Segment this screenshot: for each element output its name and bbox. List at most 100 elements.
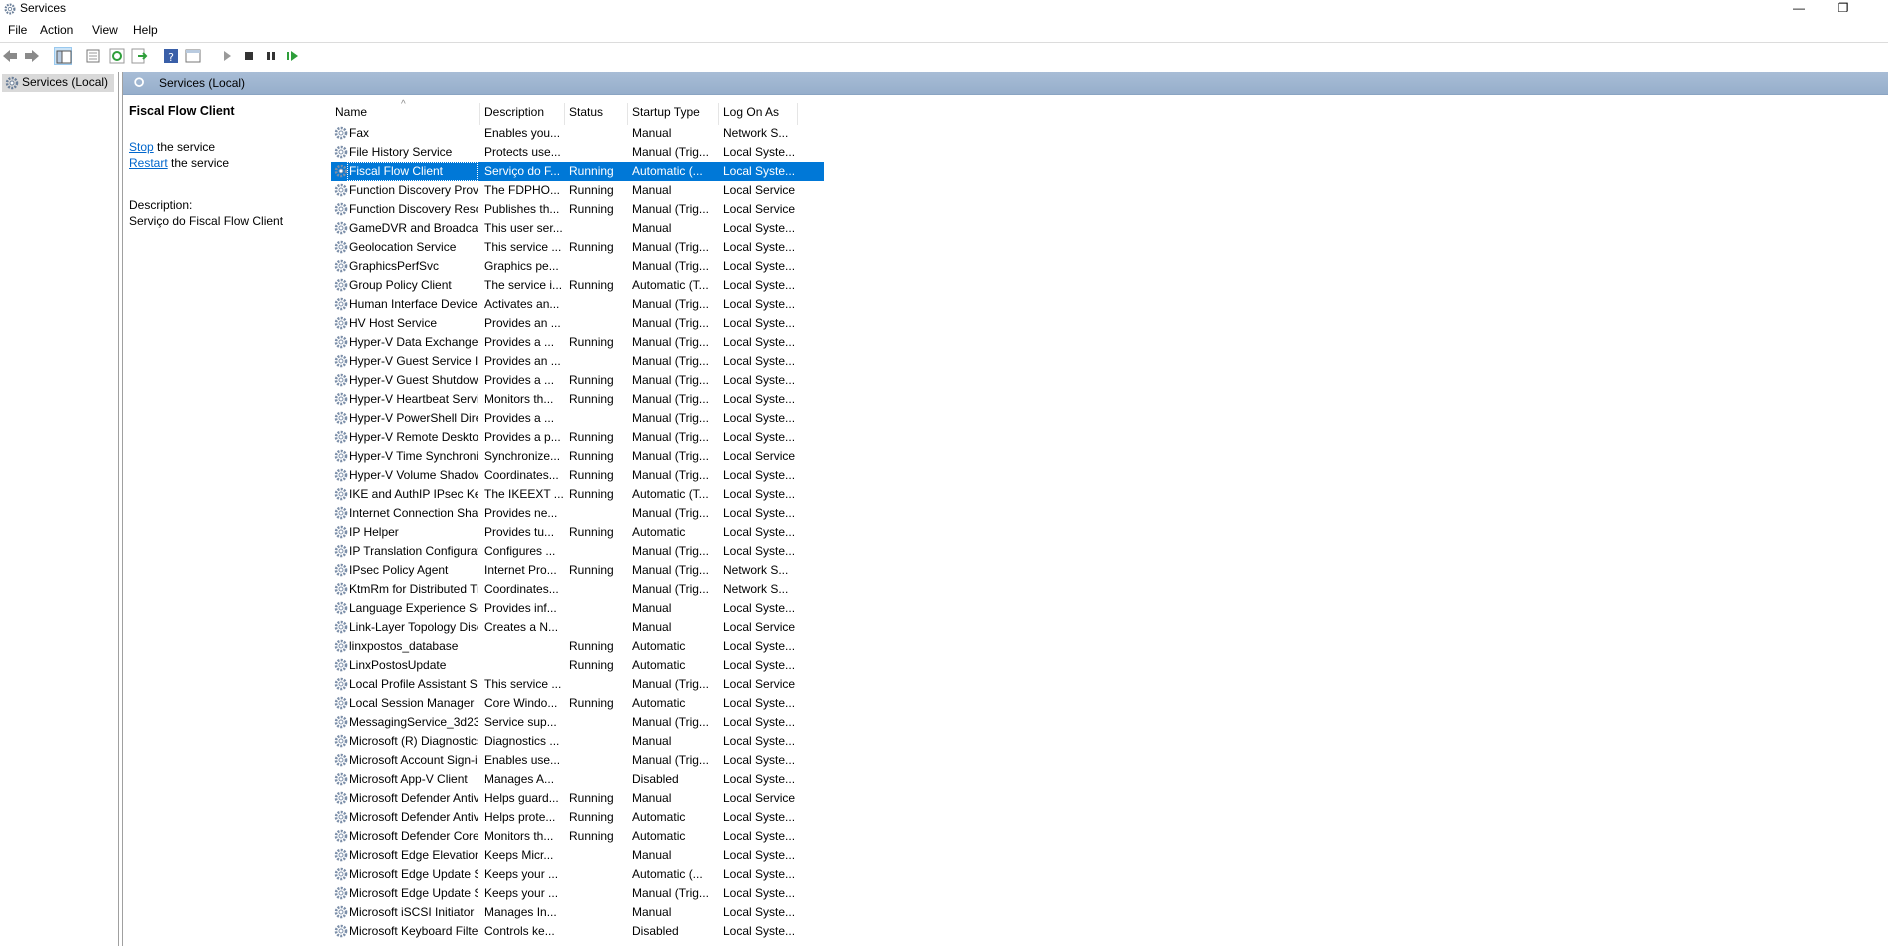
menu-file[interactable]: File bbox=[8, 23, 27, 37]
column-header-status[interactable]: Status bbox=[565, 103, 628, 125]
table-row[interactable]: Hyper-V Data Exchange Ser... Provides a .… bbox=[331, 333, 824, 352]
table-row[interactable]: Microsoft (R) Diagnostics H... Diagnostic… bbox=[331, 732, 824, 751]
table-row[interactable]: Group Policy Client The service i... Runni… bbox=[331, 276, 824, 295]
tree-item-services-local[interactable]: Services (Local) bbox=[2, 74, 115, 92]
table-row[interactable]: Microsoft Defender Antiviru... Helps prot… bbox=[331, 808, 824, 827]
log-on-as-cell: Local Syste... bbox=[723, 430, 796, 444]
table-row[interactable]: Microsoft iSCSI Initiator Ser... Manages … bbox=[331, 903, 824, 922]
stop-icon[interactable] bbox=[240, 47, 258, 65]
table-row[interactable]: Internet Connection Sharin... Provides ne… bbox=[331, 504, 824, 523]
table-row[interactable]: GraphicsPerfSvc Graphics pe... Manual (Tri… bbox=[331, 257, 824, 276]
table-row[interactable]: LinxPostosUpdate Running Automatic Local Sy… bbox=[331, 656, 824, 675]
table-row[interactable]: Microsoft Edge Elevation Se... Keeps Micr… bbox=[331, 846, 824, 865]
table-row[interactable]: Function Discovery Provide... The FDPHO..… bbox=[331, 181, 824, 200]
table-row[interactable]: Microsoft Keyboard Filter Controls ke... D… bbox=[331, 922, 824, 941]
view-icon[interactable] bbox=[184, 47, 202, 65]
log-on-as-cell: Local Syste... bbox=[723, 715, 796, 729]
column-header-name[interactable]: ^ Name bbox=[331, 99, 480, 125]
menu-help[interactable]: Help bbox=[133, 23, 158, 37]
startup-type-cell: Manual (Trig... bbox=[632, 259, 709, 273]
table-row[interactable]: Hyper-V Heartbeat Service Monitors th... R… bbox=[331, 390, 824, 409]
description-cell: Publishes th... bbox=[484, 202, 560, 216]
startup-type-cell: Automatic bbox=[632, 829, 686, 843]
table-row[interactable]: Hyper-V Guest Service Inter... Provides a… bbox=[331, 352, 824, 371]
service-name-cell: Link-Layer Topology Discov... bbox=[349, 620, 478, 634]
table-row[interactable]: linxpostos_database Running Automatic Local… bbox=[331, 637, 824, 656]
table-row[interactable]: Link-Layer Topology Discov... Creates a N… bbox=[331, 618, 824, 637]
status-cell: Running bbox=[569, 487, 614, 501]
status-cell bbox=[565, 713, 628, 732]
minimize-button[interactable]: — bbox=[1776, 0, 1822, 18]
service-name-cell: Hyper-V Volume Shadow C... bbox=[349, 468, 478, 482]
log-on-as-cell: Local Syste... bbox=[723, 392, 796, 406]
table-row[interactable]: GameDVR and Broadcast Us... This user ser… bbox=[331, 219, 824, 238]
table-row[interactable]: IP Helper Provides tu... Running Automatic L… bbox=[331, 523, 824, 542]
startup-type-cell: Manual bbox=[632, 791, 672, 805]
restore-button[interactable]: ❐ bbox=[1820, 0, 1866, 18]
forward-icon[interactable] bbox=[23, 47, 41, 65]
column-header-description[interactable]: Description bbox=[480, 103, 565, 125]
table-row[interactable]: Local Profile Assistant Service This serv… bbox=[331, 675, 824, 694]
startup-type-cell: Automatic (... bbox=[628, 162, 719, 181]
properties-icon[interactable] bbox=[84, 47, 102, 65]
stop-service-link[interactable]: Stop bbox=[129, 140, 154, 154]
status-cell: Running bbox=[569, 563, 614, 577]
status-cell bbox=[565, 732, 628, 751]
log-on-as-cell: Local Syste... bbox=[723, 772, 796, 786]
table-row[interactable]: MessagingService_3d23d Service sup... Manu… bbox=[331, 713, 824, 732]
table-row[interactable]: Hyper-V Time Synchronizati... Synchronize… bbox=[331, 447, 824, 466]
export-icon[interactable] bbox=[130, 47, 148, 65]
description-text: Serviço do Fiscal Flow Client bbox=[129, 214, 284, 228]
stop-suffix: the service bbox=[153, 140, 216, 154]
table-row[interactable]: IKE and AuthIP IPsec Keying... The IKEEXT… bbox=[331, 485, 824, 504]
menu-action[interactable]: Action bbox=[40, 23, 73, 37]
log-on-as-cell: Local Syste... bbox=[723, 221, 796, 235]
show-tree-icon[interactable] bbox=[54, 47, 72, 65]
menu-view[interactable]: View bbox=[92, 23, 118, 37]
table-row[interactable]: Function Discovery Resourc... Publishes t… bbox=[331, 200, 824, 219]
table-row[interactable]: Hyper-V PowerShell Direct ... Provides a … bbox=[331, 409, 824, 428]
help-icon[interactable]: ? bbox=[162, 47, 180, 65]
service-name-cell: Microsoft Keyboard Filter bbox=[349, 924, 478, 938]
table-row[interactable]: Microsoft App-V Client Manages A... Disabl… bbox=[331, 770, 824, 789]
status-cell: Running bbox=[569, 639, 614, 653]
pause-icon[interactable] bbox=[262, 47, 280, 65]
refresh-icon[interactable] bbox=[108, 47, 126, 65]
table-row[interactable]: Fiscal Flow Client Serviço do F... Running… bbox=[331, 162, 824, 181]
log-on-as-cell: Local Syste... bbox=[723, 829, 796, 843]
table-row[interactable]: File History Service Protects use... Manua… bbox=[331, 143, 824, 162]
log-on-as-cell: Local Service bbox=[723, 791, 796, 805]
startup-type-cell: Manual (Trig... bbox=[632, 202, 709, 216]
log-on-as-cell: Local Syste... bbox=[723, 335, 796, 349]
back-icon[interactable] bbox=[1, 47, 19, 65]
table-row[interactable]: Language Experience Service Provides inf.… bbox=[331, 599, 824, 618]
table-row[interactable]: Microsoft Defender Core Se... Monitors th… bbox=[331, 827, 824, 846]
table-row[interactable]: Microsoft Edge Update Serv... Keeps your … bbox=[331, 865, 824, 884]
resume-icon[interactable] bbox=[284, 47, 302, 65]
table-row[interactable]: Geolocation Service This service ... Runni… bbox=[331, 238, 824, 257]
table-row[interactable]: Hyper-V Volume Shadow C... Coordinates...… bbox=[331, 466, 824, 485]
log-on-as-cell: Local Syste... bbox=[723, 658, 796, 672]
table-row[interactable]: Hyper-V Guest Shutdown S... Provides a ..… bbox=[331, 371, 824, 390]
service-name-cell: GameDVR and Broadcast Us... bbox=[349, 221, 478, 235]
table-row[interactable]: Hyper-V Remote Desktop Vi... Provides a p… bbox=[331, 428, 824, 447]
table-row[interactable]: HV Host Service Provides an ... Manual (Tr… bbox=[331, 314, 824, 333]
table-row[interactable]: Microsoft Account Sign-in ... Enables use… bbox=[331, 751, 824, 770]
table-row[interactable]: KtmRm for Distributed Tran... Coordinates… bbox=[331, 580, 824, 599]
table-row[interactable]: Local Session Manager Core Windo... Runnin… bbox=[331, 694, 824, 713]
description-cell: Enables you... bbox=[484, 126, 561, 140]
table-row[interactable]: Fax Enables you... Manual Network S... bbox=[331, 124, 824, 143]
restart-service-link[interactable]: Restart bbox=[129, 156, 168, 170]
table-row[interactable]: Human Interface Device Ser... Activates a… bbox=[331, 295, 824, 314]
table-row[interactable]: Microsoft Edge Update Serv... Keeps your … bbox=[331, 884, 824, 903]
table-row[interactable]: Microsoft Defender Antiviru... Helps guar… bbox=[331, 789, 824, 808]
table-row[interactable]: IP Translation Configuration... Configure… bbox=[331, 542, 824, 561]
log-on-as-cell: Local Syste... bbox=[723, 506, 796, 520]
log-on-as-cell: Local Syste... bbox=[723, 753, 796, 767]
column-header-startup-type[interactable]: Startup Type bbox=[628, 103, 719, 125]
table-row[interactable]: IPsec Policy Agent Internet Pro... Running… bbox=[331, 561, 824, 580]
startup-type-cell: Manual (Trig... bbox=[632, 468, 709, 482]
service-name-cell: Microsoft iSCSI Initiator Ser... bbox=[349, 905, 478, 919]
start-icon[interactable] bbox=[218, 47, 236, 65]
column-header-log-on-as[interactable]: Log On As bbox=[719, 103, 798, 125]
